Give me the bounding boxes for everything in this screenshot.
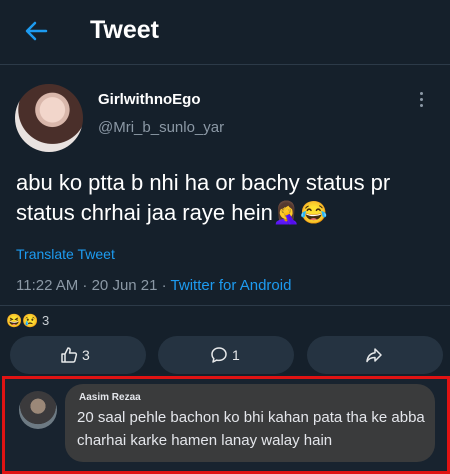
reply-count: 1	[232, 347, 240, 363]
like-button[interactable]: 3	[10, 336, 146, 374]
reaction-emojis: 😆😢	[6, 313, 39, 328]
divider	[0, 64, 450, 65]
commenter-avatar[interactable]	[19, 391, 57, 429]
back-arrow-icon[interactable]	[24, 20, 48, 42]
reply-button[interactable]: 1	[158, 336, 294, 374]
author-handle[interactable]: @Mri_b_sunlo_yar	[98, 119, 224, 136]
reactions-summary[interactable]: 😆😢 3	[6, 313, 49, 329]
author-name[interactable]: GirlwithnoEgo	[98, 91, 201, 108]
tweet-text: abu ko ptta b nhi ha or bachy status pr …	[16, 170, 391, 225]
action-bar: 3 1	[0, 336, 450, 376]
share-icon	[366, 348, 382, 363]
highlighted-comment: Aasim Rezaa 20 saal pehle bachon ko bhi …	[2, 376, 450, 474]
comment-text: 20 saal pehle bachon ko bhi kahan pata t…	[77, 409, 425, 449]
like-count: 3	[82, 347, 90, 363]
commenter-name[interactable]: Aasim Rezaa	[79, 392, 141, 403]
tweet-meta: 11:22 AM · 20 Jun 21 · Twitter for Andro…	[16, 277, 291, 294]
tweet-timestamp: 11:22 AM · 20 Jun 21 ·	[16, 277, 171, 294]
thumbs-up-icon	[61, 347, 78, 363]
tweet-source-link[interactable]: Twitter for Android	[171, 277, 292, 294]
comment-bubble[interactable]: Aasim Rezaa 20 saal pehle bachon ko bhi …	[65, 384, 435, 462]
share-button[interactable]	[307, 336, 443, 374]
author-avatar[interactable]	[15, 84, 83, 152]
comment-icon	[211, 347, 227, 363]
page-title: Tweet	[90, 16, 159, 44]
reaction-count: 3	[42, 313, 50, 328]
divider	[0, 305, 450, 306]
translate-tweet-link[interactable]: Translate Tweet	[16, 246, 115, 262]
more-options-icon[interactable]	[420, 90, 426, 108]
app-header: Tweet	[0, 0, 450, 62]
